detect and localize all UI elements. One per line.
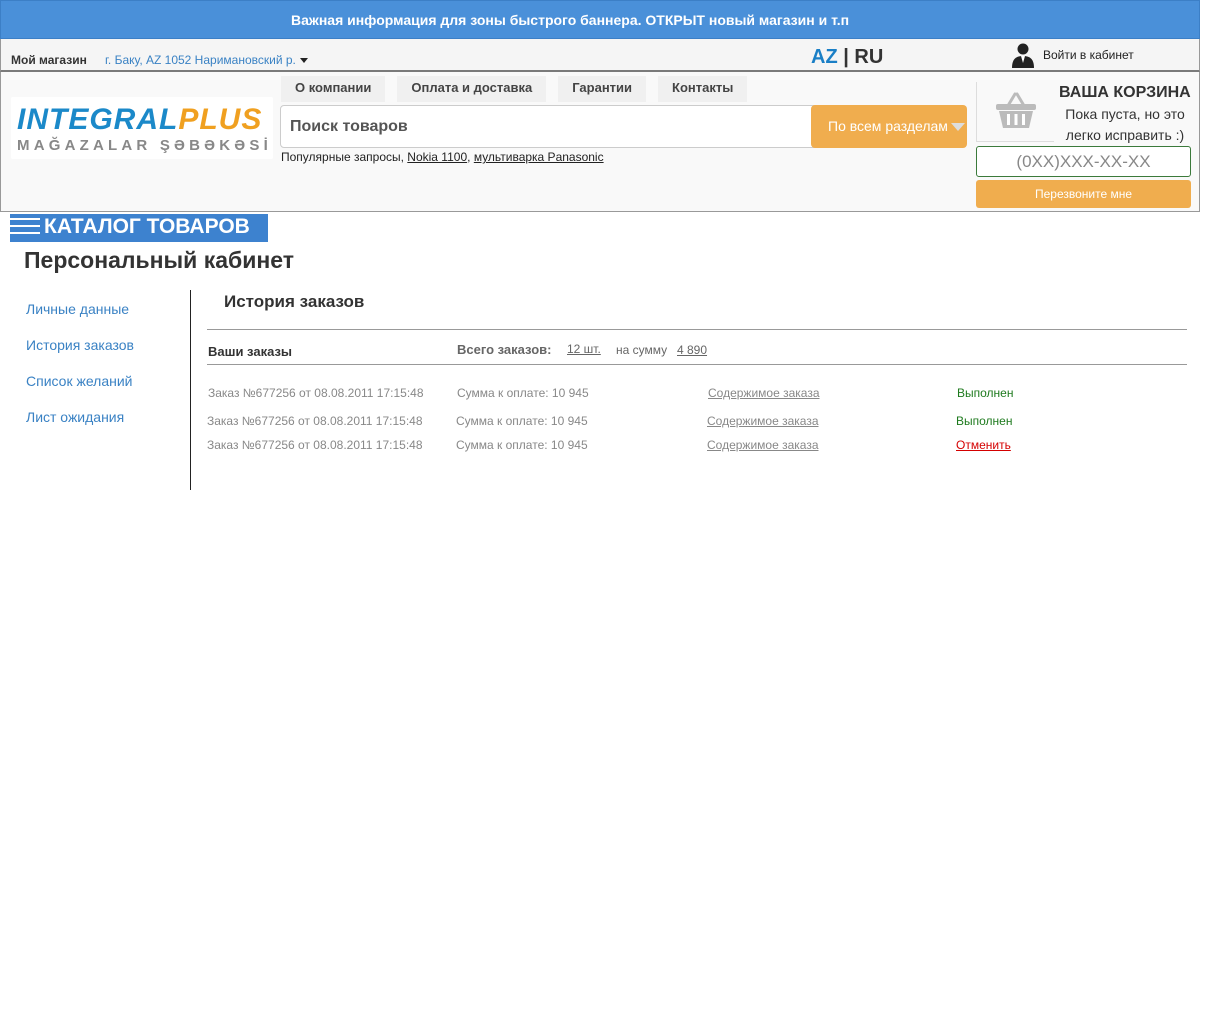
chevron-down-icon: [951, 123, 965, 131]
divider: [207, 329, 1187, 330]
order-amount: Сумма к оплате: 10 945: [456, 414, 588, 428]
nav-item-contacts[interactable]: Контакты: [658, 76, 748, 102]
popular-queries: Популярные запросы, Nokia 1100, мультива…: [281, 150, 604, 164]
section-title: История заказов: [224, 292, 365, 311]
sidebar-divider: [190, 290, 191, 490]
search-scope-label: По всем разделам: [828, 118, 948, 134]
menu-icon: [10, 218, 40, 239]
lang-ru-link[interactable]: RU: [854, 46, 883, 68]
callback-button[interactable]: Перезвоните мне: [976, 180, 1191, 208]
catalog-label: КАТАЛОГ ТОВАРОВ: [44, 215, 250, 238]
cart-icon-box: [976, 82, 1054, 142]
your-orders-label: Ваши заказы: [208, 344, 293, 359]
top-bar: Мой магазин г. Баку, AZ 1052 Наримановск…: [0, 39, 1200, 72]
popular-query-link[interactable]: мультиварка Panasonic: [474, 150, 604, 164]
search-input[interactable]: [282, 107, 807, 146]
cart-widget[interactable]: ВАША КОРЗИНА Пока пуста, но это легко ис…: [976, 82, 1192, 144]
total-orders-count[interactable]: 12 шт.: [567, 342, 601, 356]
order-contents-link[interactable]: Содержимое заказа: [707, 414, 819, 428]
site-header: INTEGRALPLUS MAĞAZALAR ŞƏBƏKƏSİ О компан…: [0, 72, 1200, 212]
order-status: Выполнен: [956, 414, 1013, 428]
logo-wordmark: INTEGRALPLUS: [17, 103, 263, 136]
basket-icon: [996, 92, 1036, 128]
chevron-down-icon: [299, 58, 308, 64]
order-number: Заказ №677256 от 08.08.2011 17:15:48: [207, 414, 423, 428]
sidebar-item-wishlist[interactable]: Список желаний: [26, 372, 134, 390]
order-amount: Сумма к оплате: 10 945: [457, 386, 589, 400]
order-number: Заказ №677256 от 08.08.2011 17:15:48: [207, 438, 423, 452]
divider: [207, 364, 1187, 365]
account-sidebar: Личные данные История заказов Список жел…: [26, 300, 134, 444]
popular-label: Популярные запросы,: [281, 150, 404, 164]
popular-separator: ,: [467, 150, 471, 164]
main-nav: О компании Оплата и доставка Гарантии Ко…: [281, 76, 759, 104]
nav-item-payment-delivery[interactable]: Оплата и доставка: [397, 76, 547, 102]
logo-tagline: MAĞAZALAR ŞƏBƏKƏSİ: [17, 137, 272, 154]
order-amount: Сумма к оплате: 10 945: [456, 438, 588, 452]
total-sum-value[interactable]: 4 890: [677, 343, 707, 357]
language-switcher: AZ | RU: [811, 46, 883, 69]
cart-title: ВАША КОРЗИНА: [1059, 84, 1191, 101]
popular-query-link[interactable]: Nokia 1100: [407, 150, 467, 164]
search-box: По всем разделам: [280, 105, 967, 148]
order-number: Заказ №677256 от 08.08.2011 17:15:48: [208, 386, 424, 400]
order-status: Выполнен: [957, 386, 1014, 400]
info-banner: Важная информация для зоны быстрого банн…: [0, 0, 1200, 39]
nav-item-about[interactable]: О компании: [281, 76, 386, 102]
sidebar-item-personal-data[interactable]: Личные данные: [26, 300, 134, 318]
phone-input[interactable]: [976, 146, 1191, 177]
my-store-label: Мой магазин: [11, 53, 87, 67]
total-sum-label: на сумму: [616, 343, 668, 357]
order-contents-link[interactable]: Содержимое заказа: [707, 438, 819, 452]
user-icon: [1012, 43, 1034, 68]
total-orders-label: Всего заказов:: [457, 342, 552, 357]
lang-separator: |: [843, 46, 849, 68]
site-logo[interactable]: INTEGRALPLUS MAĞAZALAR ŞƏBƏKƏSİ: [11, 97, 273, 159]
city-selector[interactable]: г. Баку, AZ 1052 Наримановский р.: [105, 53, 308, 67]
city-label: г. Баку, AZ 1052 Наримановский р.: [105, 53, 296, 67]
banner-text: Важная информация для зоны быстрого банн…: [291, 12, 850, 28]
page-title: Персональный кабинет: [24, 247, 295, 273]
order-contents-link[interactable]: Содержимое заказа: [708, 386, 820, 400]
sidebar-item-order-history[interactable]: История заказов: [26, 336, 134, 354]
catalog-button[interactable]: КАТАЛОГ ТОВАРОВ: [10, 214, 268, 242]
search-scope-dropdown[interactable]: По всем разделам: [811, 105, 967, 148]
login-label: Войти в кабинет: [1043, 48, 1134, 62]
nav-item-warranty[interactable]: Гарантии: [558, 76, 647, 102]
login-link[interactable]: Войти в кабинет: [1011, 41, 1134, 69]
cart-subtitle: Пока пуста, но это легко исправить :): [1065, 106, 1185, 143]
sidebar-item-waitlist[interactable]: Лист ожидания: [26, 408, 134, 426]
cancel-order-link[interactable]: Отменить: [956, 438, 1011, 452]
lang-az-link[interactable]: AZ: [811, 46, 838, 68]
